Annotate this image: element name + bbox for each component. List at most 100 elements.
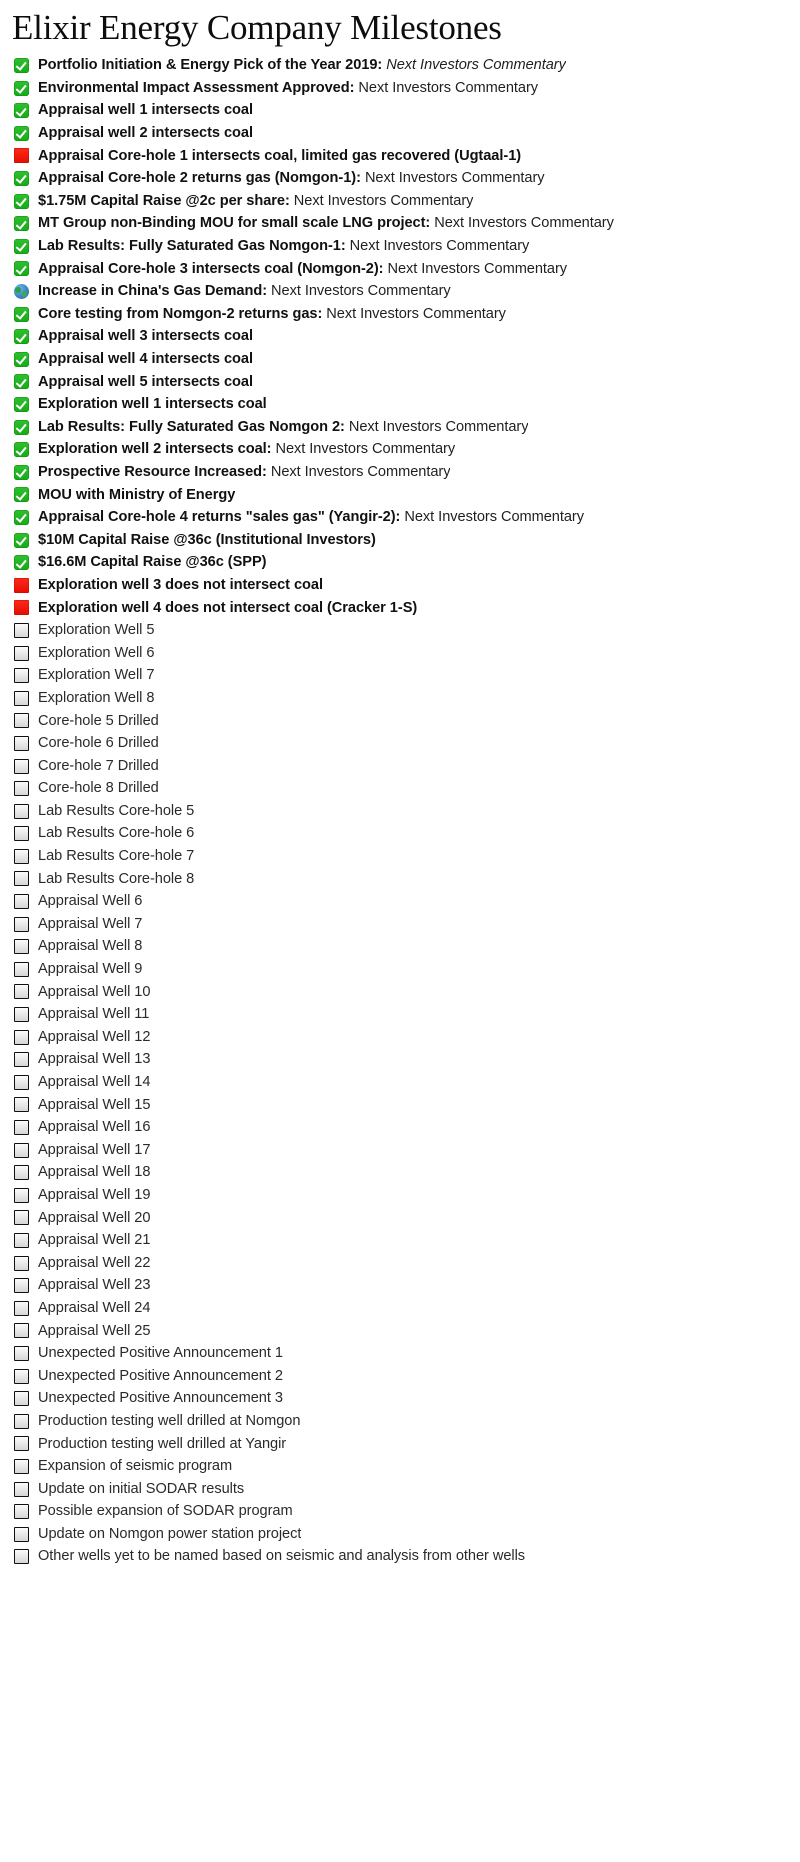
milestone-label-lead: Lab Results: Fully Saturated Gas Nomgon-…: [38, 238, 346, 255]
milestone-row: Increase in China's Gas Demand: Next Inv…: [14, 280, 794, 303]
empty-checkbox-icon[interactable]: [14, 803, 29, 819]
empty-checkbox-icon[interactable]: [14, 939, 29, 955]
milestone-label-lead: Expansion of seismic program: [38, 1458, 233, 1475]
milestone-status-cell: [14, 348, 38, 371]
empty-checkbox-icon[interactable]: [14, 713, 29, 729]
milestone-row: Prospective Resource Increased: Next Inv…: [14, 461, 794, 484]
milestone-label-source: Next Investors Commentary: [349, 238, 530, 255]
milestone-row: Update on initial SODAR results: [14, 1478, 794, 1501]
milestone-row: Appraisal well 2 intersects coal: [14, 122, 794, 145]
milestone-label-lead: Production testing well drilled at Yangi…: [38, 1435, 287, 1452]
milestone-label-lead: Appraisal Well 13: [38, 1051, 151, 1068]
milestone-status-cell: [14, 1433, 38, 1456]
empty-checkbox-icon[interactable]: [14, 781, 29, 797]
empty-checkbox-icon[interactable]: [14, 1278, 29, 1294]
milestone-label: Exploration well 2 intersects coal: Next…: [38, 438, 455, 461]
milestone-label-lead: Appraisal Well 7: [38, 915, 143, 932]
milestone-status-cell: [14, 1252, 38, 1275]
empty-checkbox-icon[interactable]: [14, 1458, 29, 1474]
milestone-label-lead: Appraisal Well 20: [38, 1209, 151, 1226]
milestone-row: MOU with Ministry of Energy: [14, 484, 794, 507]
milestone-row: Appraisal Well 6: [14, 890, 794, 913]
green-check-icon: [14, 374, 29, 390]
empty-checkbox-icon[interactable]: [14, 1345, 29, 1361]
empty-checkbox-icon[interactable]: [14, 848, 29, 864]
milestone-status-cell: [14, 212, 38, 235]
empty-checkbox-icon[interactable]: [14, 1052, 29, 1068]
empty-checkbox-icon[interactable]: [14, 1097, 29, 1113]
empty-checkbox-icon[interactable]: [14, 1300, 29, 1316]
milestone-label-lead: Appraisal Well 19: [38, 1186, 151, 1203]
milestone-label-lead: Possible expansion of SODAR program: [38, 1503, 293, 1520]
milestone-status-cell: [14, 145, 38, 168]
milestone-label-source: Next Investors Commentary: [326, 305, 506, 322]
empty-checkbox-icon[interactable]: [14, 1481, 29, 1497]
red-square-icon: [14, 600, 29, 616]
milestone-label: Production testing well drilled at Nomgo…: [38, 1410, 300, 1433]
empty-checkbox-icon[interactable]: [14, 1187, 29, 1203]
milestone-row: Appraisal Well 11: [14, 1003, 794, 1026]
milestone-label: Portfolio Initiation & Energy Pick of th…: [38, 54, 566, 77]
empty-checkbox-icon[interactable]: [14, 961, 29, 977]
milestone-label: $16.6M Capital Raise @36c (SPP): [38, 551, 266, 574]
empty-checkbox-icon[interactable]: [14, 735, 29, 751]
milestone-label-lead: Environmental Impact Assessment Approved…: [38, 79, 355, 96]
milestone-label-lead: Update on initial SODAR results: [38, 1480, 245, 1497]
empty-checkbox-icon[interactable]: [14, 894, 29, 910]
milestone-status-cell: [14, 1139, 38, 1162]
empty-checkbox-icon[interactable]: [14, 1436, 29, 1452]
milestone-row: Appraisal Well 15: [14, 1094, 794, 1117]
empty-checkbox-icon[interactable]: [14, 690, 29, 706]
milestone-label: Appraisal Well 17: [38, 1139, 150, 1162]
milestone-label: MOU with Ministry of Energy: [38, 484, 235, 507]
empty-checkbox-icon[interactable]: [14, 758, 29, 774]
empty-checkbox-icon[interactable]: [14, 1120, 29, 1135]
empty-checkbox-icon[interactable]: [14, 668, 29, 684]
milestone-row: Unexpected Positive Announcement 1: [14, 1342, 794, 1365]
milestone-label: Appraisal Well 13: [38, 1048, 150, 1071]
milestone-row: Core-hole 8 Drilled: [14, 777, 794, 800]
milestone-label: Exploration well 1 intersects coal: [38, 393, 267, 416]
empty-checkbox-icon[interactable]: [14, 1549, 29, 1565]
empty-checkbox-icon[interactable]: [14, 984, 29, 1000]
empty-checkbox-icon[interactable]: [14, 1210, 29, 1226]
empty-checkbox-icon[interactable]: [14, 871, 29, 887]
empty-checkbox-icon[interactable]: [14, 1255, 29, 1271]
empty-checkbox-icon[interactable]: [14, 1413, 29, 1429]
milestone-label: Appraisal Well 20: [38, 1207, 150, 1230]
milestone-label: Appraisal Well 9: [38, 958, 142, 981]
milestone-status-cell: [14, 913, 38, 936]
empty-checkbox-icon[interactable]: [14, 1007, 29, 1023]
empty-checkbox-icon[interactable]: [14, 1526, 29, 1542]
empty-checkbox-icon[interactable]: [14, 916, 29, 932]
milestone-row: Expansion of seismic program: [14, 1455, 794, 1478]
milestone-row: Appraisal Core-hole 2 returns gas (Nomgo…: [14, 167, 794, 190]
empty-checkbox-icon[interactable]: [14, 826, 29, 842]
milestone-list: Portfolio Initiation & Energy Pick of th…: [6, 54, 794, 1568]
milestone-status-cell: [14, 529, 38, 552]
milestone-row: Appraisal Well 13: [14, 1048, 794, 1071]
milestone-status-cell: [14, 664, 38, 687]
empty-checkbox-icon[interactable]: [14, 1323, 29, 1339]
milestone-row: Lab Results Core-hole 6: [14, 822, 794, 845]
empty-checkbox-icon[interactable]: [14, 1232, 29, 1248]
red-square-icon: [14, 148, 29, 164]
milestone-row: Appraisal Core-hole 4 returns "sales gas…: [14, 506, 794, 529]
empty-checkbox-icon[interactable]: [14, 645, 29, 661]
empty-checkbox-icon[interactable]: [14, 1504, 29, 1520]
empty-checkbox-icon[interactable]: [14, 1368, 29, 1384]
empty-checkbox-icon[interactable]: [14, 1142, 29, 1158]
empty-checkbox-icon[interactable]: [14, 1165, 29, 1181]
green-check-icon: [14, 397, 29, 412]
empty-checkbox-icon[interactable]: [14, 1029, 29, 1045]
green-check-icon: [14, 487, 29, 503]
milestone-row: Appraisal Well 22: [14, 1252, 794, 1275]
green-check-icon: [14, 103, 29, 119]
green-check-icon: [14, 329, 29, 345]
milestone-row: Appraisal Well 9: [14, 958, 794, 981]
empty-checkbox-icon[interactable]: [14, 1074, 29, 1090]
milestone-status-cell: [14, 1478, 38, 1501]
empty-checkbox-icon[interactable]: [14, 1391, 29, 1407]
empty-checkbox-icon[interactable]: [14, 622, 29, 638]
milestone-row: Appraisal Well 23: [14, 1274, 794, 1297]
